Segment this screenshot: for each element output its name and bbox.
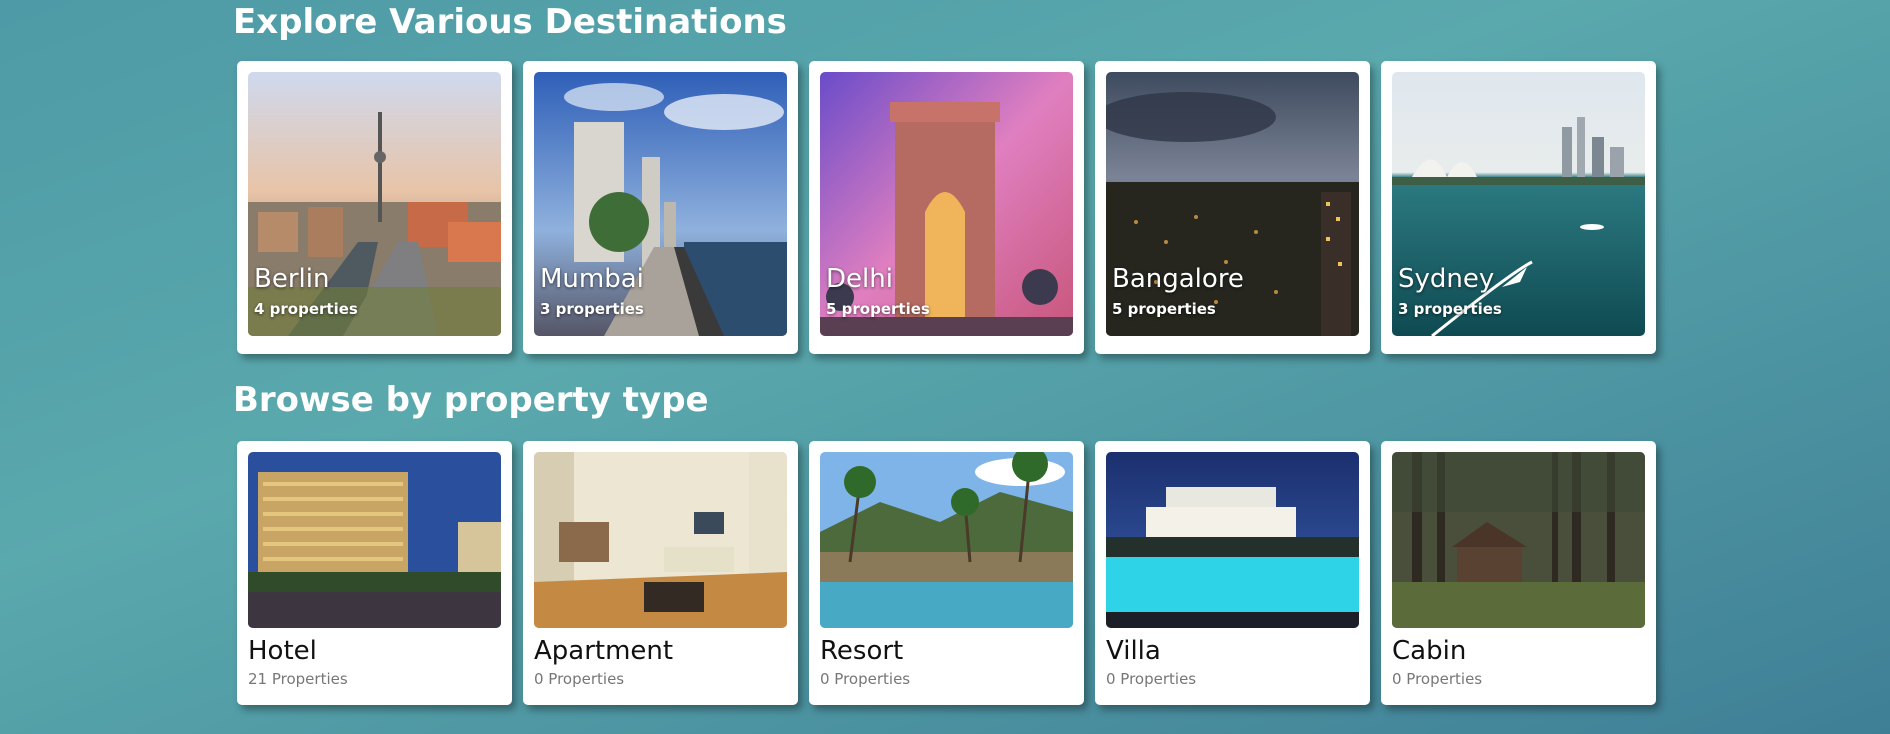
destination-count: 5 properties	[826, 300, 930, 318]
destination-name: Mumbai	[540, 264, 644, 294]
property-type-card-cabin[interactable]: Cabin 0 Properties	[1381, 441, 1656, 705]
property-type-count: 0 Properties	[534, 670, 625, 688]
destinations-heading: Explore Various Destinations	[233, 2, 787, 42]
property-type-name: Resort	[820, 636, 904, 666]
destination-card-bangalore[interactable]: Bangalore 5 properties	[1095, 61, 1370, 354]
destination-count: 3 properties	[540, 300, 644, 318]
property-type-name: Hotel	[248, 636, 317, 666]
property-type-image-resort	[820, 452, 1073, 628]
destination-count: 5 properties	[1112, 300, 1216, 318]
property-type-name: Cabin	[1392, 636, 1467, 666]
property-type-card-hotel[interactable]: Hotel 21 Properties	[237, 441, 512, 705]
destination-card-mumbai[interactable]: Mumbai 3 properties	[523, 61, 798, 354]
property-type-card-apartment[interactable]: Apartment 0 Properties	[523, 441, 798, 705]
property-type-image-hotel	[248, 452, 501, 628]
destination-image-delhi: Delhi 5 properties	[820, 72, 1073, 336]
destination-count: 3 properties	[1398, 300, 1502, 318]
property-type-image-villa	[1106, 452, 1359, 628]
destination-name: Sydney	[1398, 264, 1495, 294]
destination-image-sydney: Sydney 3 properties	[1392, 72, 1645, 336]
destinations-row: Berlin 4 properties Mumbai 3 properties	[237, 61, 1656, 354]
property-type-name: Villa	[1106, 636, 1161, 666]
destination-card-berlin[interactable]: Berlin 4 properties	[237, 61, 512, 354]
destination-card-delhi[interactable]: Delhi 5 properties	[809, 61, 1084, 354]
destination-card-sydney[interactable]: Sydney 3 properties	[1381, 61, 1656, 354]
property-type-name: Apartment	[534, 636, 674, 666]
property-types-row: Hotel 21 Properties Apartment 0 Properti…	[237, 441, 1656, 705]
property-type-card-resort[interactable]: Resort 0 Properties	[809, 441, 1084, 705]
destination-image-mumbai: Mumbai 3 properties	[534, 72, 787, 336]
destination-name: Bangalore	[1112, 264, 1244, 294]
property-type-image-apartment	[534, 452, 787, 628]
destination-name: Berlin	[254, 264, 330, 294]
destination-image-berlin: Berlin 4 properties	[248, 72, 501, 336]
property-type-count: 21 Properties	[248, 670, 348, 688]
property-type-image-cabin	[1392, 452, 1645, 628]
property-type-count: 0 Properties	[1392, 670, 1483, 688]
property-type-count: 0 Properties	[820, 670, 911, 688]
property-types-heading: Browse by property type	[233, 380, 709, 420]
destination-name: Delhi	[826, 264, 893, 294]
property-type-card-villa[interactable]: Villa 0 Properties	[1095, 441, 1370, 705]
property-type-count: 0 Properties	[1106, 670, 1197, 688]
destination-image-bangalore: Bangalore 5 properties	[1106, 72, 1359, 336]
destination-count: 4 properties	[254, 300, 358, 318]
